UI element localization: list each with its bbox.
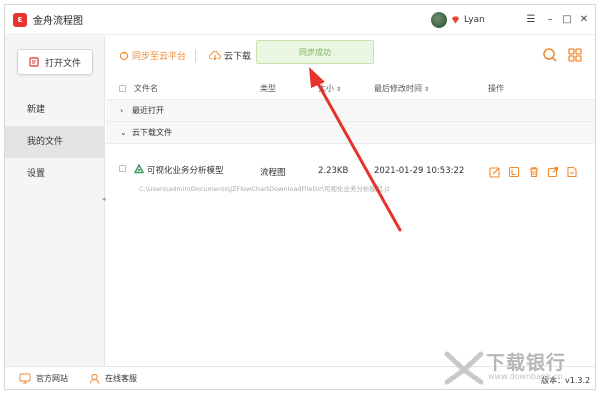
open-folder-icon[interactable]: [566, 166, 578, 178]
sidebar-item-settings[interactable]: 设置: [5, 158, 105, 190]
avatar[interactable]: [431, 12, 447, 28]
size-header-label: 大小: [318, 84, 334, 93]
website-label: 官方网站: [36, 374, 68, 383]
app-logo-icon: ε: [13, 12, 27, 27]
file-size: 2.23KB: [318, 166, 349, 176]
sidebar-item-my-files[interactable]: 我的文件: [5, 126, 105, 158]
sync-success-toast: 同步成功: [256, 40, 374, 64]
table-header: 文件名 类型 大小 ⇕ 最后修改时间 ⇕ 操作: [106, 76, 595, 100]
group-recent[interactable]: › 最近打开: [106, 100, 595, 122]
sync-cloud-button[interactable]: 同步至云平台: [119, 49, 186, 62]
cloud-download-icon: [209, 50, 221, 60]
modified-header-label: 最后修改时间: [374, 84, 422, 93]
flowchart-file-icon: [134, 164, 144, 174]
sort-icon: ⇕: [424, 86, 430, 93]
table-row[interactable]: 可视化业务分析模型 流程图 2.23KB 2021-01-29 10:53:22…: [106, 157, 595, 195]
watermark: 下载银行 www.downbank.cn: [444, 344, 594, 390]
watermark-text: 下载银行: [486, 352, 567, 374]
toolbar-divider: [195, 50, 196, 62]
column-header-type[interactable]: 类型: [260, 83, 276, 94]
search-icon[interactable]: [542, 47, 558, 63]
edit-icon[interactable]: [489, 166, 501, 178]
sync-icon: [119, 51, 129, 60]
official-website-link[interactable]: 官方网站: [19, 373, 68, 384]
file-name[interactable]: 可视化业务分析模型: [147, 164, 224, 176]
watermark-url: www.downbank.cn: [488, 372, 563, 381]
chevron-right-icon: ›: [120, 106, 124, 115]
sync-cloud-label: 同步至云平台: [132, 52, 187, 62]
monitor-icon: [19, 373, 31, 384]
file-modified: 2021-01-29 10:53:22: [374, 166, 465, 176]
sidebar-collapse-handle[interactable]: ◂: [102, 196, 106, 203]
group-label: 云下载文件: [132, 128, 172, 137]
online-service-link[interactable]: 在线客服: [89, 373, 137, 384]
chevron-down-icon: ⌄: [120, 128, 127, 137]
share-icon[interactable]: [547, 166, 559, 178]
maximize-icon[interactable]: □: [561, 14, 573, 26]
customer-service-icon: [90, 373, 99, 384]
row-checkbox[interactable]: [119, 165, 126, 172]
file-type: 流程图: [260, 168, 286, 178]
column-header-name[interactable]: 文件名: [134, 83, 158, 94]
toast-text: 同步成功: [299, 47, 331, 57]
column-header-modified[interactable]: 最后修改时间 ⇕: [374, 83, 429, 94]
toolbar: 同步至云平台 云下载 同步成功: [106, 36, 595, 76]
app-title: 金舟流程图: [33, 16, 83, 27]
vip-diamond-icon: [451, 16, 460, 24]
select-all-checkbox[interactable]: [119, 85, 126, 92]
delete-icon[interactable]: [528, 166, 540, 178]
watermark-logo-icon: [444, 351, 484, 385]
close-icon[interactable]: ✕: [578, 14, 590, 26]
file-path: C:\Users\admin\Documents\JZFlowChartDown…: [139, 185, 390, 193]
sidebar: 打开文件 新建 我的文件 设置: [5, 36, 105, 366]
open-file-button[interactable]: 打开文件: [17, 49, 93, 75]
sidebar-item-new[interactable]: 新建: [5, 94, 105, 126]
app-logo-glyph: ε: [17, 14, 23, 25]
open-file-icon: [29, 57, 39, 67]
title-bar: ε 金舟流程图 Lyan ☰ – □ ✕: [5, 5, 595, 35]
minimize-icon[interactable]: –: [544, 14, 556, 26]
sidebar-item-label: 我的文件: [27, 137, 64, 147]
sidebar-item-label: 新建: [27, 105, 46, 115]
sort-icon: ⇕: [336, 86, 342, 93]
column-header-size[interactable]: 大小 ⇕: [318, 83, 341, 94]
sidebar-item-label: 设置: [27, 169, 46, 179]
open-file-label: 打开文件: [44, 58, 81, 69]
group-cloud-download[interactable]: ⌄ 云下载文件: [106, 122, 595, 144]
column-header-actions: 操作: [488, 84, 504, 93]
cloud-download-label: 云下载: [224, 52, 252, 62]
app-window: ε 金舟流程图 Lyan ☰ – □ ✕ 打开文件 新建 我的文件 设置 ◂ 同…: [4, 4, 596, 390]
user-name: Lyan: [464, 15, 485, 25]
grid-view-icon[interactable]: [567, 47, 583, 63]
cloud-download-button[interactable]: 云下载: [209, 49, 251, 62]
group-label: 最近打开: [132, 106, 164, 115]
rename-icon[interactable]: [508, 166, 520, 178]
menu-icon[interactable]: ☰: [525, 14, 537, 26]
service-label: 在线客服: [105, 374, 137, 383]
user-area[interactable]: Lyan: [431, 12, 485, 28]
